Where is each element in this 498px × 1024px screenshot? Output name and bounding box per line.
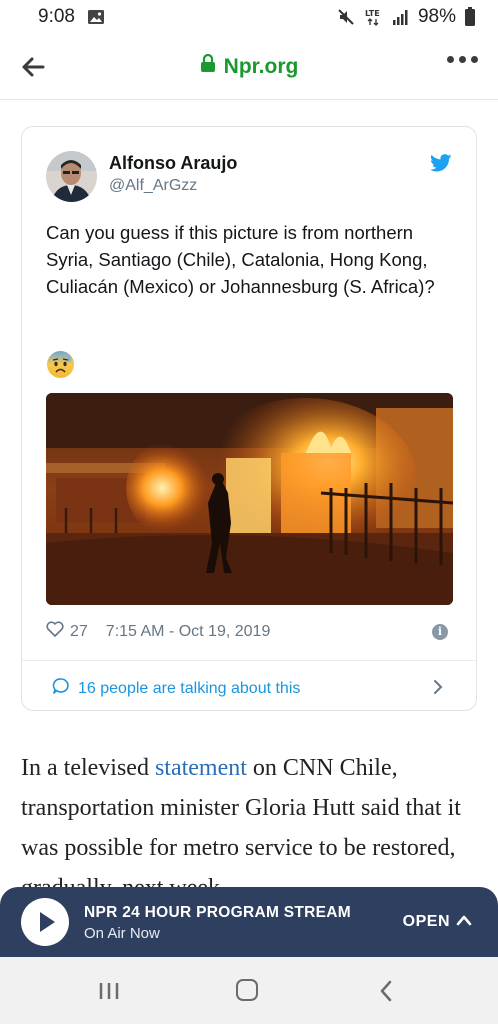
signal-icon <box>392 8 410 26</box>
tweet-divider <box>22 660 476 661</box>
status-bar: 9:08 LTE 98% <box>0 0 498 34</box>
stream-player-bar[interactable]: NPR 24 HOUR PROGRAM STREAM On Air Now OP… <box>0 887 498 957</box>
battery-icon <box>464 7 476 27</box>
tweet-author-name[interactable]: Alfonso Araujo <box>109 153 237 174</box>
embedded-tweet[interactable]: Alfonso Araujo @Alf_ArGzz Can you guess … <box>21 126 477 711</box>
info-icon[interactable]: i <box>432 624 448 640</box>
browser-toolbar: Npr.org <box>0 34 498 100</box>
mute-icon <box>336 7 356 27</box>
talking-text: 16 people are talking about this <box>78 679 301 697</box>
lte-label: LTE <box>365 9 380 18</box>
article-paragraph: In a televised statement on CNN Chile, t… <box>21 748 481 908</box>
open-label: OPEN <box>402 913 450 930</box>
avatar[interactable] <box>46 151 97 202</box>
talking-link[interactable]: 16 people are talking about this <box>52 677 300 700</box>
system-nav-bar <box>0 957 498 1024</box>
article-text-pre: In a televised <box>21 755 155 781</box>
twitter-bird-icon[interactable] <box>430 154 452 177</box>
back-chevron-icon[interactable] <box>378 979 394 1008</box>
lock-icon <box>200 53 216 79</box>
stream-title: NPR 24 HOUR PROGRAM STREAM <box>84 904 352 921</box>
stream-subtitle: On Air Now <box>84 925 160 942</box>
battery-percent: 98% <box>417 6 456 27</box>
gallery-icon <box>87 9 105 25</box>
tweet-meta: 27 7:15 AM - Oct 19, 2019 <box>46 621 270 642</box>
statement-link[interactable]: statement <box>155 755 247 781</box>
open-player-button[interactable]: OPEN <box>403 913 472 931</box>
url-bar[interactable]: Npr.org <box>0 53 498 79</box>
status-time: 9:08 <box>38 6 75 27</box>
recent-apps-icon[interactable] <box>98 981 120 1006</box>
lte-icon: LTE <box>364 7 384 27</box>
tweet-author-handle[interactable]: @Alf_ArGzz <box>109 177 197 195</box>
url-text: Npr.org <box>223 54 299 78</box>
home-icon[interactable] <box>236 979 258 1001</box>
heart-icon[interactable] <box>46 621 64 642</box>
speech-bubble-icon <box>52 677 70 700</box>
tweet-text: Can you guess if this picture is from no… <box>46 222 435 297</box>
chevron-right-icon[interactable] <box>432 679 444 700</box>
tweet-photo[interactable] <box>46 393 453 605</box>
more-options-icon[interactable] <box>447 56 478 63</box>
play-icon <box>40 912 55 932</box>
anxious-face-emoji-icon <box>46 350 75 379</box>
chevron-up-icon <box>456 913 472 931</box>
tweet-timestamp[interactable]: 7:15 AM - Oct 19, 2019 <box>106 623 271 641</box>
like-count[interactable]: 27 <box>70 623 88 641</box>
stream-titles: NPR 24 HOUR PROGRAM STREAM On Air Now <box>84 904 351 942</box>
play-button[interactable] <box>21 898 69 946</box>
